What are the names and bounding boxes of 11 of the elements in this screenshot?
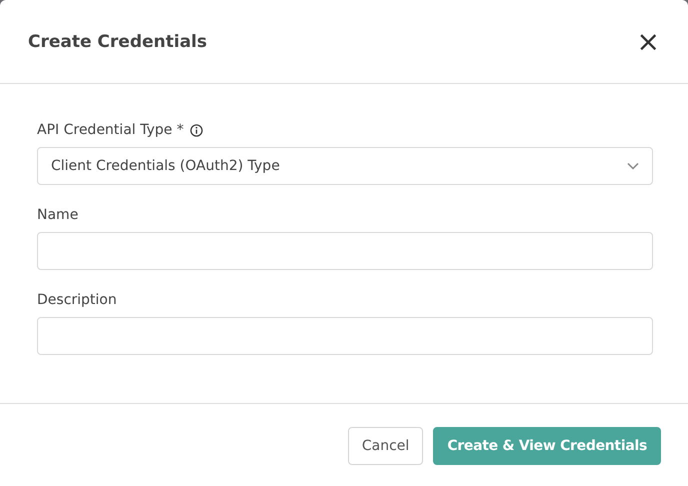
field-label: API Credential Type *: [37, 122, 184, 138]
field-label: Name: [37, 207, 78, 223]
field-label: Description: [37, 292, 117, 308]
input-field[interactable]: [37, 232, 653, 270]
close-button[interactable]: ×: [636, 28, 660, 56]
input-field[interactable]: [37, 317, 653, 355]
chevron-down-icon: [627, 162, 639, 170]
dialog-title: Create Credentials: [28, 32, 207, 52]
info-icon[interactable]: [190, 124, 203, 136]
cancel-button[interactable]: Cancel: [348, 427, 424, 465]
type-dropdown[interactable]: Client Credentials (OAuth2) Type: [37, 147, 653, 185]
